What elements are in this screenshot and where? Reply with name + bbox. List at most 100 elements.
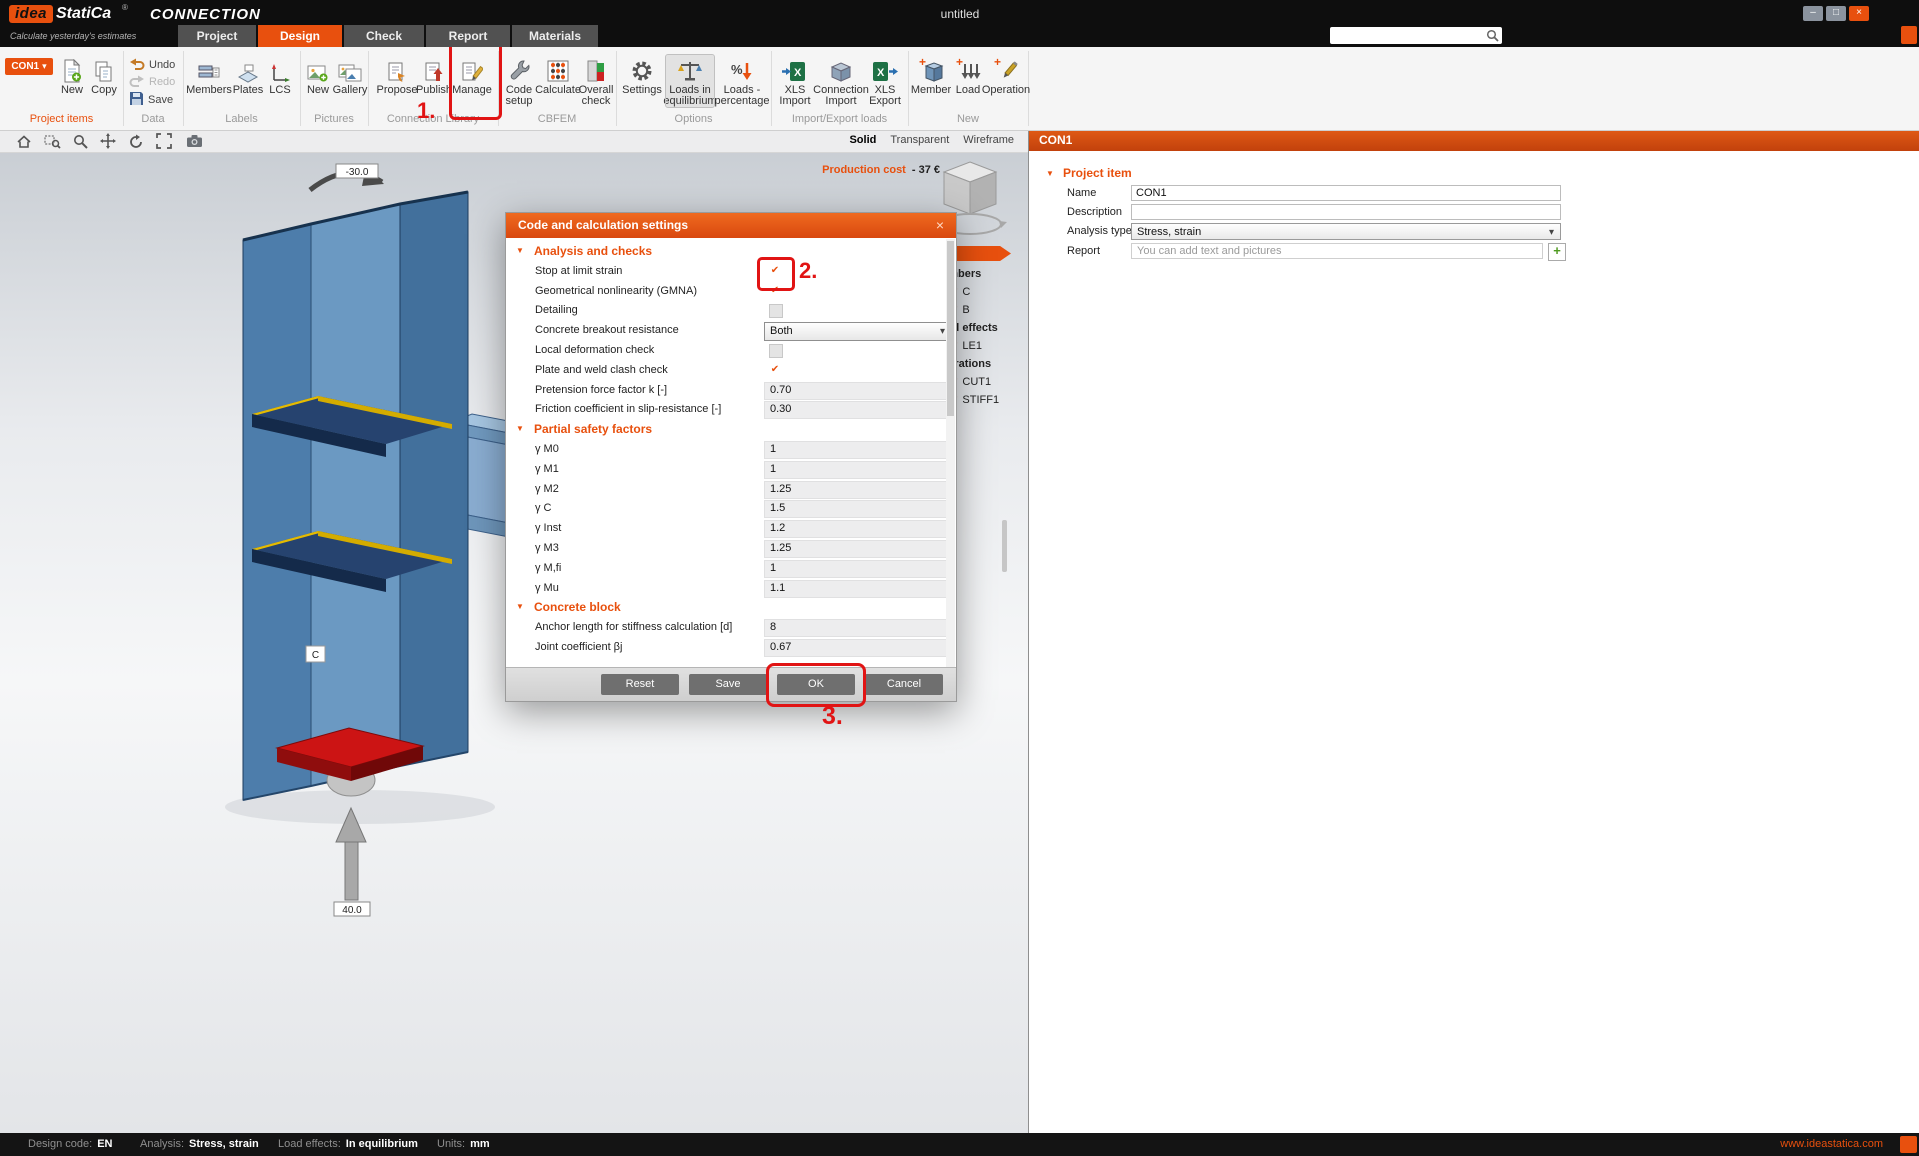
dialog-titlebar[interactable]: Code and calculation settings: [506, 213, 956, 238]
section-concrete-block[interactable]: ▼ Concrete block: [506, 598, 956, 618]
undo-button[interactable]: Undo: [129, 57, 175, 72]
description-input[interactable]: [1131, 204, 1561, 220]
redo-button[interactable]: Redo: [129, 74, 175, 89]
gamma-m3-field[interactable]: 1.25: [764, 540, 951, 558]
ribbon-group-label-pictures: Pictures: [300, 113, 368, 127]
new-operation-button[interactable]: + Operation: [985, 55, 1027, 96]
overall-check-button[interactable]: Overall check: [577, 55, 615, 107]
new-member-button[interactable]: + Member: [911, 55, 951, 96]
joint-coefficient-field[interactable]: 0.67: [764, 639, 951, 657]
tab-materials[interactable]: Materials: [512, 25, 598, 47]
cancel-button[interactable]: Cancel: [865, 674, 943, 695]
pictures-gallery-button[interactable]: Gallery: [332, 55, 368, 96]
concrete-breakout-select[interactable]: Both ▾: [764, 322, 951, 341]
stop-at-limit-strain-checkbox[interactable]: ✔: [769, 265, 781, 277]
search-icon[interactable]: [1486, 29, 1499, 47]
home-view-icon[interactable]: [12, 133, 36, 149]
view-mode-transparent[interactable]: Transparent: [890, 134, 949, 146]
anchor-length-field[interactable]: 8: [764, 619, 951, 637]
fit-view-icon[interactable]: [152, 133, 176, 149]
gamma-m1-field[interactable]: 1: [764, 461, 951, 479]
xls-export-button[interactable]: X XLS Export: [864, 55, 906, 107]
propose-button[interactable]: Propose: [378, 55, 416, 96]
labels-lcs-button[interactable]: LCS: [265, 55, 295, 96]
setting-row: Geometrical nonlinearity (GMNA) ✔: [506, 282, 956, 302]
scrollbar-thumb[interactable]: [947, 241, 954, 416]
tab-check[interactable]: Check: [344, 25, 424, 47]
gamma-c-field[interactable]: 1.5: [764, 500, 951, 518]
svg-text:X: X: [794, 67, 802, 79]
camera-icon[interactable]: [182, 133, 206, 149]
view-mode-wireframe[interactable]: Wireframe: [963, 134, 1014, 146]
gamma-m0-field[interactable]: 1: [764, 441, 951, 459]
labels-plates-button[interactable]: Plates: [231, 55, 265, 96]
gamma-mu-field[interactable]: 1.1: [764, 580, 951, 598]
setting-row: Local deformation check: [506, 341, 956, 361]
status-label: Analysis:: [140, 1138, 184, 1150]
tab-report[interactable]: Report: [426, 25, 510, 47]
ok-button[interactable]: OK: [777, 674, 855, 695]
name-input[interactable]: [1131, 185, 1561, 201]
copy-project-item-button[interactable]: Copy: [88, 55, 120, 96]
pretension-factor-field[interactable]: 0.70: [764, 382, 951, 400]
zoom-window-icon[interactable]: [40, 133, 64, 149]
dialog-scrollbar[interactable]: [946, 239, 955, 667]
pan-icon[interactable]: [96, 133, 120, 149]
plate-weld-clash-checkbox[interactable]: ✔: [769, 364, 781, 376]
button-label: Propose: [377, 85, 418, 96]
report-field[interactable]: You can add text and pictures: [1131, 243, 1543, 259]
xls-import-button[interactable]: X XLS Import: [774, 55, 816, 107]
code-setup-button[interactable]: Code setup: [500, 55, 538, 107]
ribbon-group-label-options: Options: [616, 113, 771, 127]
gamma-mfi-field[interactable]: 1: [764, 560, 951, 578]
add-report-button[interactable]: +: [1548, 243, 1566, 261]
con1-dropdown-button[interactable]: CON1▾: [5, 58, 53, 75]
labels-members-button[interactable]: Members: [189, 55, 229, 96]
close-button[interactable]: ×: [1849, 6, 1869, 21]
scene-tree-scrollbar[interactable]: [1002, 520, 1007, 572]
publish-button[interactable]: Publish: [416, 55, 452, 96]
connection-import-button[interactable]: Connection Import: [818, 55, 864, 107]
registered-mark: ®: [122, 3, 128, 12]
manage-button[interactable]: Manage: [452, 55, 492, 96]
reset-button[interactable]: Reset: [601, 674, 679, 695]
save-settings-button[interactable]: Save: [689, 674, 767, 695]
pictures-new-button[interactable]: New: [303, 55, 333, 96]
section-analysis-and-checks[interactable]: ▼ Analysis and checks: [506, 242, 956, 262]
maximize-button[interactable]: □: [1826, 6, 1846, 21]
button-label: Settings: [622, 85, 662, 96]
new-project-item-button[interactable]: New: [57, 55, 87, 96]
gamma-m2-field[interactable]: 1.25: [764, 481, 951, 499]
tab-project[interactable]: Project: [178, 25, 256, 47]
project-item-section-title[interactable]: Project item: [1063, 166, 1132, 180]
setting-row: Anchor length for stiffness calculation …: [506, 618, 956, 638]
website-link[interactable]: www.ideastatica.com: [1780, 1138, 1883, 1150]
minimize-button[interactable]: –: [1803, 6, 1823, 21]
rotate-icon[interactable]: [124, 133, 148, 149]
tab-design[interactable]: Design: [258, 25, 342, 47]
save-button[interactable]: Save: [129, 92, 173, 107]
local-deformation-checkbox[interactable]: [769, 344, 783, 358]
analysis-type-select[interactable]: Stress, strain ▾: [1131, 223, 1561, 240]
settings-button[interactable]: Settings: [620, 55, 664, 96]
detailing-checkbox[interactable]: [769, 304, 783, 318]
collapse-triangle-icon[interactable]: ▼: [1046, 169, 1054, 178]
loads-percentage-button[interactable]: % Loads - percentage: [716, 55, 768, 107]
new-load-button[interactable]: + Load: [951, 55, 985, 96]
calculate-button[interactable]: Calculate: [539, 55, 577, 96]
friction-coefficient-field[interactable]: 0.30: [764, 401, 951, 419]
section-partial-safety-factors[interactable]: ▼ Partial safety factors: [506, 420, 956, 440]
help-button[interactable]: [1901, 26, 1917, 44]
loads-in-equilibrium-toggle[interactable]: Loads in equilibrium: [666, 55, 714, 107]
setting-row: Friction coefficient in slip-resistance …: [506, 400, 956, 420]
search-input[interactable]: [1334, 28, 1486, 44]
button-label: Loads in equilibrium: [663, 85, 716, 107]
caret-down-icon: ▾: [42, 61, 47, 71]
gamma-inst-field[interactable]: 1.2: [764, 520, 951, 538]
zoom-icon[interactable]: [68, 133, 92, 149]
view-mode-solid[interactable]: Solid: [849, 134, 876, 146]
dialog-close-button[interactable]: ×: [932, 217, 948, 233]
gmna-checkbox[interactable]: ✔: [769, 285, 781, 297]
production-cost: Production cost- 37 €: [750, 164, 940, 176]
status-value: Stress, strain: [189, 1138, 259, 1150]
